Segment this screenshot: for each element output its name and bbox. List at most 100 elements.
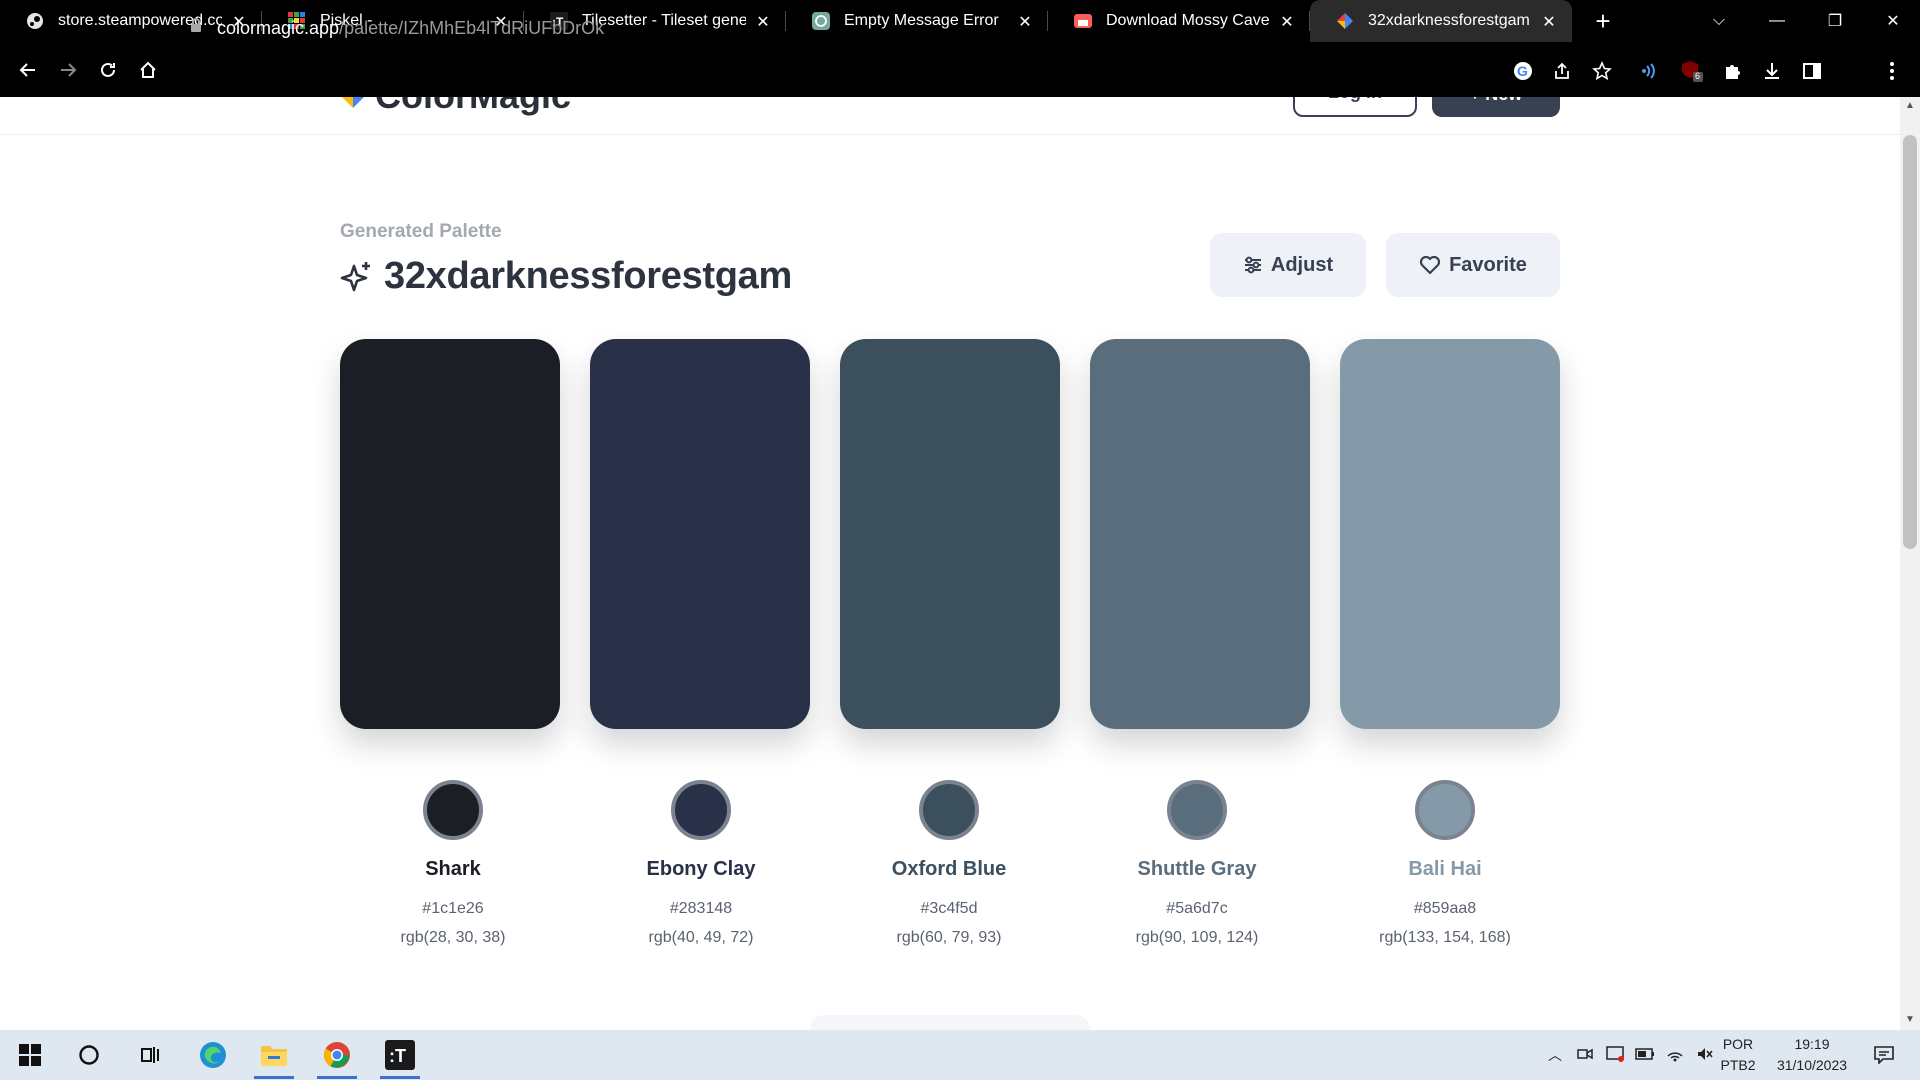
color-dot[interactable] bbox=[1167, 780, 1227, 840]
color-hex[interactable]: #859aa8 bbox=[1325, 900, 1565, 918]
url-host: colormagic.app bbox=[217, 17, 340, 38]
color-rgb[interactable]: rgb(28, 30, 38) bbox=[333, 929, 573, 947]
new-palette-button[interactable]: + New bbox=[1432, 97, 1560, 117]
color-hex[interactable]: #5a6d7c bbox=[1077, 900, 1317, 918]
color-swatch-oxford-blue[interactable] bbox=[840, 339, 1060, 729]
color-rgb[interactable]: rgb(40, 49, 72) bbox=[581, 929, 821, 947]
tab-colormagic[interactable]: 32xdarknessforestgam | Co ✕ bbox=[1310, 0, 1572, 42]
restore-icon[interactable]: ❐ bbox=[1806, 11, 1864, 31]
colormagic-icon bbox=[1336, 12, 1354, 30]
color-swatch-bali-hai[interactable] bbox=[1340, 339, 1560, 729]
tab-title: 32xdarknessforestgam | Co bbox=[1368, 12, 1532, 29]
color-hex[interactable]: #3c4f5d bbox=[829, 900, 1069, 918]
color-swatch-shuttle-gray[interactable] bbox=[1090, 339, 1310, 729]
bottom-card-edge bbox=[810, 1015, 1090, 1030]
color-hex[interactable]: #1c1e26 bbox=[333, 900, 573, 918]
page-scrollbar[interactable]: ▲ ▼ bbox=[1900, 97, 1920, 1030]
minimize-icon[interactable]: — bbox=[1748, 12, 1806, 30]
tab-title: Empty Message Error bbox=[844, 12, 999, 29]
color-hex[interactable]: #283148 bbox=[581, 900, 821, 918]
palette-subtitle: Generated Palette bbox=[340, 221, 502, 242]
color-dot[interactable] bbox=[1415, 780, 1475, 840]
chrome-icon[interactable] bbox=[313, 1030, 361, 1080]
tab-title: Download Mossy Cavern b bbox=[1106, 12, 1270, 29]
site-header: ColorMagic Log In + New bbox=[0, 97, 1900, 135]
scrollbar-thumb[interactable] bbox=[1903, 135, 1917, 549]
star-icon[interactable] bbox=[1588, 58, 1616, 84]
clock-date: 31/10/2023 bbox=[1776, 1057, 1848, 1073]
extensions-puzzle-icon[interactable] bbox=[1719, 58, 1747, 84]
home-icon[interactable] bbox=[128, 50, 168, 90]
reload-icon[interactable] bbox=[88, 50, 128, 90]
ublock-icon[interactable]: 6 bbox=[1678, 58, 1706, 84]
keyboard-layout: PTB2 bbox=[1720, 1057, 1756, 1073]
forward-icon[interactable] bbox=[48, 50, 88, 90]
taskbar-clock[interactable]: 19:19 31/10/2023 bbox=[1762, 1034, 1862, 1076]
color-swatch-shark[interactable] bbox=[340, 339, 560, 729]
scroll-up-icon[interactable]: ▲ bbox=[1905, 101, 1915, 111]
url-field[interactable]: colormagic.app/palette/IZhMhEb4lTdRiUFbD… bbox=[217, 14, 604, 42]
input-language[interactable]: POR PTB2 bbox=[1708, 1034, 1768, 1076]
url-path: /palette/IZhMhEb4lTdRiUFbDrOk bbox=[339, 17, 605, 38]
address-toolbar bbox=[0, 42, 1920, 97]
scroll-down-icon[interactable]: ▼ bbox=[1905, 1015, 1915, 1025]
palette-title: 32xdarknessforestgam bbox=[384, 255, 792, 297]
windows-start-icon[interactable] bbox=[6, 1030, 54, 1080]
heart-icon bbox=[1420, 255, 1441, 275]
lock-icon[interactable] bbox=[190, 18, 202, 37]
svg-text::T: :T bbox=[389, 1046, 406, 1066]
tab-chatgpt[interactable]: Empty Message Error ✕ bbox=[786, 0, 1048, 42]
google-icon[interactable]: G bbox=[1509, 58, 1537, 84]
close-icon[interactable]: ✕ bbox=[1540, 12, 1558, 32]
site-logo[interactable]: ColorMagic bbox=[339, 97, 571, 117]
color-dot[interactable] bbox=[423, 780, 483, 840]
steam-icon bbox=[26, 12, 44, 30]
notification-app-icon[interactable] bbox=[1600, 1045, 1630, 1065]
close-icon[interactable]: ✕ bbox=[1016, 12, 1034, 32]
task-view-icon[interactable] bbox=[126, 1030, 174, 1080]
share-icon[interactable] bbox=[1548, 58, 1576, 84]
download-icon[interactable] bbox=[1758, 58, 1786, 84]
favorite-label: Favorite bbox=[1449, 253, 1527, 276]
side-panel-icon[interactable] bbox=[1798, 58, 1826, 84]
close-icon[interactable]: ✕ bbox=[1278, 12, 1296, 32]
color-rgb[interactable]: rgb(90, 109, 124) bbox=[1077, 929, 1317, 947]
color-name: Bali Hai bbox=[1408, 858, 1482, 880]
window-close-icon[interactable]: ✕ bbox=[1864, 11, 1920, 31]
window-controls: ⌵ — ❐ ✕ bbox=[1690, 0, 1920, 42]
tab-itchio[interactable]: Download Mossy Cavern b ✕ bbox=[1048, 0, 1310, 42]
adjust-button[interactable]: Adjust bbox=[1210, 233, 1366, 297]
color-name: Shuttle Gray bbox=[1137, 858, 1257, 880]
edge-icon[interactable] bbox=[189, 1030, 237, 1080]
palette-title-row: 32xdarknessforestgam bbox=[340, 255, 792, 298]
page-viewport: ColorMagic Log In + New Generated Palett… bbox=[0, 97, 1900, 1030]
menu-kebab-icon[interactable] bbox=[1878, 58, 1906, 84]
color-dot[interactable] bbox=[919, 780, 979, 840]
extension-badge: 6 bbox=[1695, 71, 1701, 81]
color-name: Shark bbox=[425, 858, 481, 880]
color-swatch-ebony-clay[interactable] bbox=[590, 339, 810, 729]
favorite-button[interactable]: Favorite bbox=[1386, 233, 1560, 297]
back-icon[interactable] bbox=[8, 50, 48, 90]
color-dot[interactable] bbox=[671, 780, 731, 840]
chevron-up-icon[interactable]: ︿ bbox=[1540, 1045, 1570, 1065]
svg-text:G: G bbox=[1517, 63, 1528, 79]
file-explorer-icon[interactable] bbox=[250, 1030, 298, 1080]
sparkle-icon bbox=[340, 261, 370, 291]
action-center-icon[interactable] bbox=[1860, 1030, 1908, 1080]
read-aloud-icon[interactable] bbox=[1637, 58, 1665, 84]
login-button[interactable]: Log In bbox=[1293, 97, 1417, 117]
meet-now-icon[interactable] bbox=[1570, 1046, 1600, 1065]
close-icon[interactable]: ✕ bbox=[754, 12, 772, 32]
wifi-icon[interactable] bbox=[1660, 1046, 1690, 1065]
battery-icon[interactable] bbox=[1630, 1047, 1660, 1063]
clock-time: 19:19 bbox=[1794, 1036, 1830, 1052]
color-rgb[interactable]: rgb(133, 154, 168) bbox=[1325, 929, 1565, 947]
new-tab-icon[interactable]: + bbox=[1588, 6, 1618, 37]
color-rgb[interactable]: rgb(60, 79, 93) bbox=[829, 929, 1069, 947]
tab-search-icon[interactable]: ⌵ bbox=[1690, 12, 1748, 30]
search-circle-icon[interactable] bbox=[65, 1030, 113, 1080]
tilesetter-app-icon[interactable]: :T bbox=[376, 1030, 424, 1080]
color-name: Ebony Clay bbox=[646, 858, 756, 880]
adjust-label: Adjust bbox=[1270, 253, 1334, 276]
